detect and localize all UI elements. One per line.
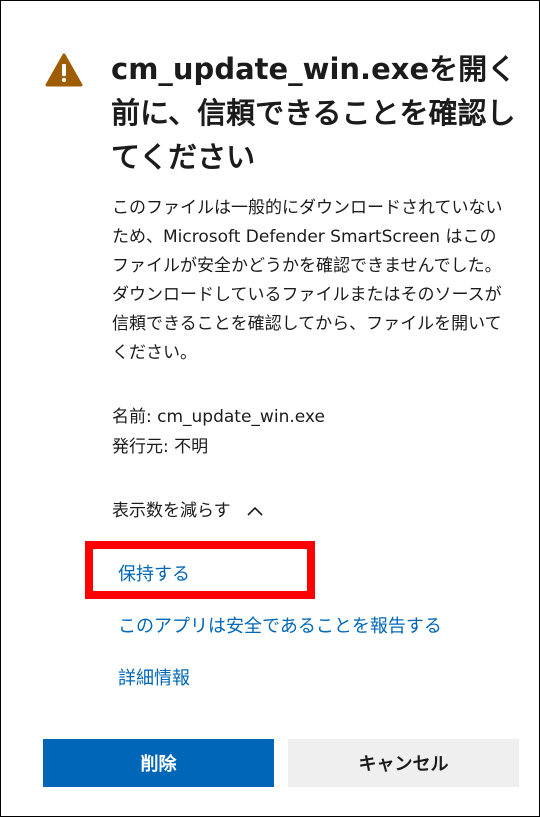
dialog-description: このファイルは一般的にダウンロードされていないため、Microsoft Defe… bbox=[112, 198, 503, 363]
cancel-button[interactable]: キャンセル bbox=[288, 739, 519, 787]
smartscreen-dialog: cm_update_win.exeを開く前に、信頼できることを確認してください … bbox=[0, 0, 540, 817]
delete-button[interactable]: 削除 bbox=[43, 739, 274, 787]
report-safe-link[interactable]: このアプリは安全であることを報告する bbox=[118, 615, 442, 639]
publisher-line: 発行元: 不明 bbox=[112, 437, 209, 457]
file-name-line: 名前: cm_update_win.exe bbox=[112, 407, 325, 427]
more-info-link[interactable]: 詳細情報 bbox=[118, 667, 190, 691]
warning-triangle-icon bbox=[45, 53, 83, 87]
show-less-toggle[interactable]: 表示数を減らす bbox=[112, 499, 263, 523]
show-less-label: 表示数を減らす bbox=[112, 501, 231, 521]
dialog-title: cm_update_win.exeを開く前に、信頼できることを確認してください bbox=[111, 52, 517, 174]
chevron-up-icon bbox=[247, 506, 263, 516]
keep-link[interactable]: 保持する bbox=[118, 563, 190, 587]
